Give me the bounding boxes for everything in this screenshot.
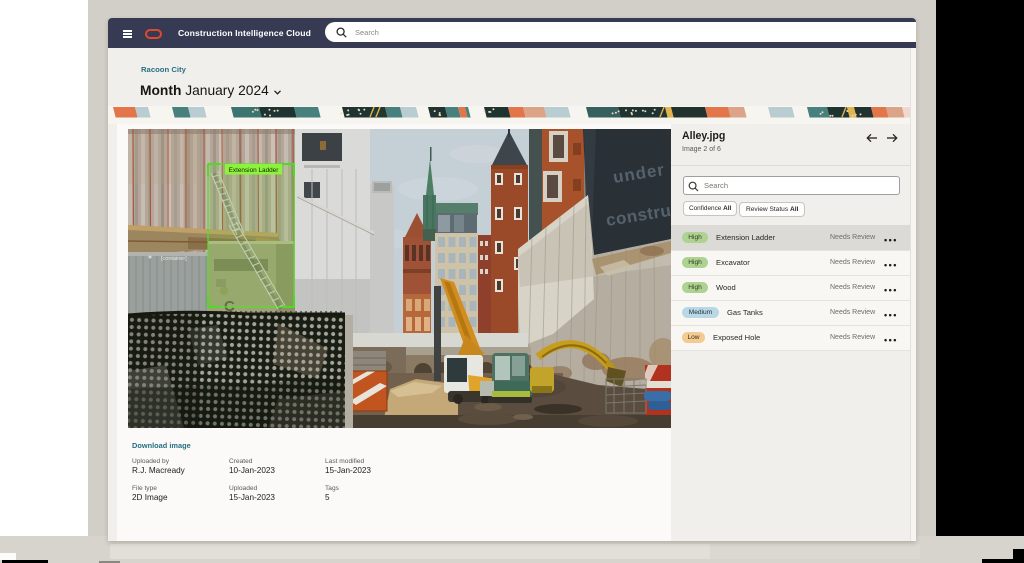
svg-text:[container]: [container] (161, 256, 187, 262)
svg-text:Extension Ladder: Extension Ladder (229, 167, 280, 174)
